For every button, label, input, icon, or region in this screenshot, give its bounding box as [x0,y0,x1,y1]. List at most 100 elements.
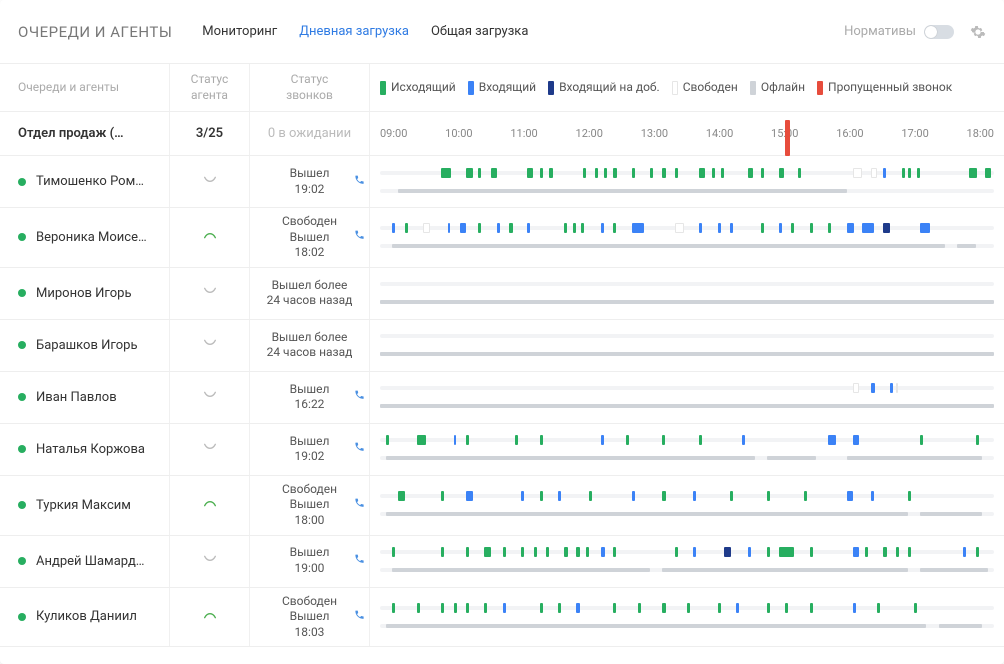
timeline-segment [693,547,696,557]
group-row[interactable]: Отдел продаж (… 3/25 0 в ожидании 09:001… [0,112,1004,156]
timeline-cell[interactable] [370,588,1004,647]
timeline-segment [785,603,788,613]
agent-name-cell: Барашков Игорь [0,320,170,371]
timeline-segment [595,168,598,178]
timeline-segment [423,223,430,233]
timeline-segment [779,547,794,557]
agent-row[interactable]: Вероника Моисе…СвободенВышел18:02 [0,208,1004,268]
call-status-line: 24 часов назад [267,345,353,361]
timeline-segment [761,168,764,178]
timeline-segment [604,168,607,178]
timeline-segment [478,223,481,233]
tab-0[interactable]: Мониторинг [202,20,277,43]
call-status-line: Вышел [290,166,330,182]
status-dot [18,501,26,509]
timeline-cell[interactable] [370,156,1004,207]
timeline-segment [601,547,605,557]
timeline-segment [853,547,859,557]
agent-status-cell [170,268,250,319]
agent-name-cell: Куликов Даниил [0,588,170,647]
timeline-segment [871,383,875,393]
timeline-track [380,331,994,341]
norms-toggle[interactable] [924,25,954,39]
timeline-segment [521,491,524,501]
timeline-cell[interactable] [370,372,1004,423]
timeline-segment [613,168,617,178]
tab-1[interactable]: Дневная загрузка [299,20,409,43]
timeline-segment [454,435,456,445]
timeline-segment [441,603,444,613]
timeline-segment [662,168,665,178]
legend-swatch [817,81,823,95]
timeline-segment [969,168,976,178]
timeline-cell[interactable] [370,268,1004,319]
agent-row[interactable]: Туркия МаксимСвободенВышел18:00 [0,476,1004,536]
timeline-segment [791,223,794,233]
status-dot [18,178,26,186]
timeline-track [380,349,994,359]
agent-status-cell [170,588,250,647]
timeline-segment [847,491,853,501]
timeline-segment [558,491,561,501]
legend-label: Офлайн [761,80,805,96]
timeline-segment [896,383,898,393]
timeline-segment [877,603,880,613]
timeline-segment [748,168,753,178]
timeline-track [380,547,994,557]
timeline-segment [601,435,604,445]
timeline-cell[interactable] [370,476,1004,535]
timeline-segment [917,168,920,178]
agent-row[interactable]: Наталья КоржоваВышел19:02 [0,424,1004,476]
timeline-segment [491,168,497,178]
timeline-segment [632,223,644,233]
timeline-segment [503,603,506,613]
timeline-segment [798,168,801,178]
phone-status-icon [202,609,218,625]
timeline-segment [386,624,926,628]
call-status-line: Вышел [290,545,330,561]
agent-name-cell: Наталья Коржова [0,424,170,475]
agent-row[interactable]: Барашков ИгорьВышел более24 часов назад [0,320,1004,372]
time-tick: 10:00 [445,127,472,140]
timeline-track [380,621,994,631]
agent-row[interactable]: Куликов ДаниилСвободенВышел18:03 [0,588,1004,648]
agent-name: Андрей Шамард… [36,554,145,569]
timeline-segment [534,547,537,557]
call-icon [354,389,365,405]
timeline-track [380,491,994,501]
timeline-segment [662,603,665,613]
timeline-segment [466,547,469,557]
timeline-cell[interactable] [370,208,1004,267]
timeline-segment [441,491,444,501]
phone-status-icon [202,553,218,569]
timeline-segment [675,223,684,233]
agent-row[interactable]: Тимошенко Ром…Вышел19:02 [0,156,1004,208]
timeline-cell[interactable] [370,320,1004,371]
timeline-segment [527,223,530,233]
timeline-segment [767,456,816,460]
timeline-segment [386,456,754,460]
time-tick: 16:00 [836,127,863,140]
timeline-segment [601,223,604,233]
gear-icon[interactable] [970,24,986,40]
phone-status-icon [202,285,218,301]
agent-row[interactable]: Миронов ИгорьВышел более24 часов назад [0,268,1004,320]
timeline-cell[interactable] [370,424,1004,475]
agent-row[interactable]: Иван ПавловВышел16:22 [0,372,1004,424]
timeline-segment [736,603,739,613]
agent-name: Вероника Моисе… [36,230,147,245]
timeline-segment [527,168,533,178]
timeline-segment [976,435,979,445]
status-dot [18,445,26,453]
agent-row[interactable]: Андрей Шамард…Вышел19:00 [0,536,1004,588]
status-dot [18,341,26,349]
timeline-cell[interactable] [370,536,1004,587]
tab-2[interactable]: Общая загрузка [431,20,528,43]
timeline-segment [398,491,404,501]
legend-swatch [750,81,756,95]
timeline-segment [828,223,831,233]
agent-name: Иван Павлов [36,390,117,405]
timeline-segment [392,547,395,557]
timeline-segment [908,491,911,501]
timeline-segment [466,168,473,178]
